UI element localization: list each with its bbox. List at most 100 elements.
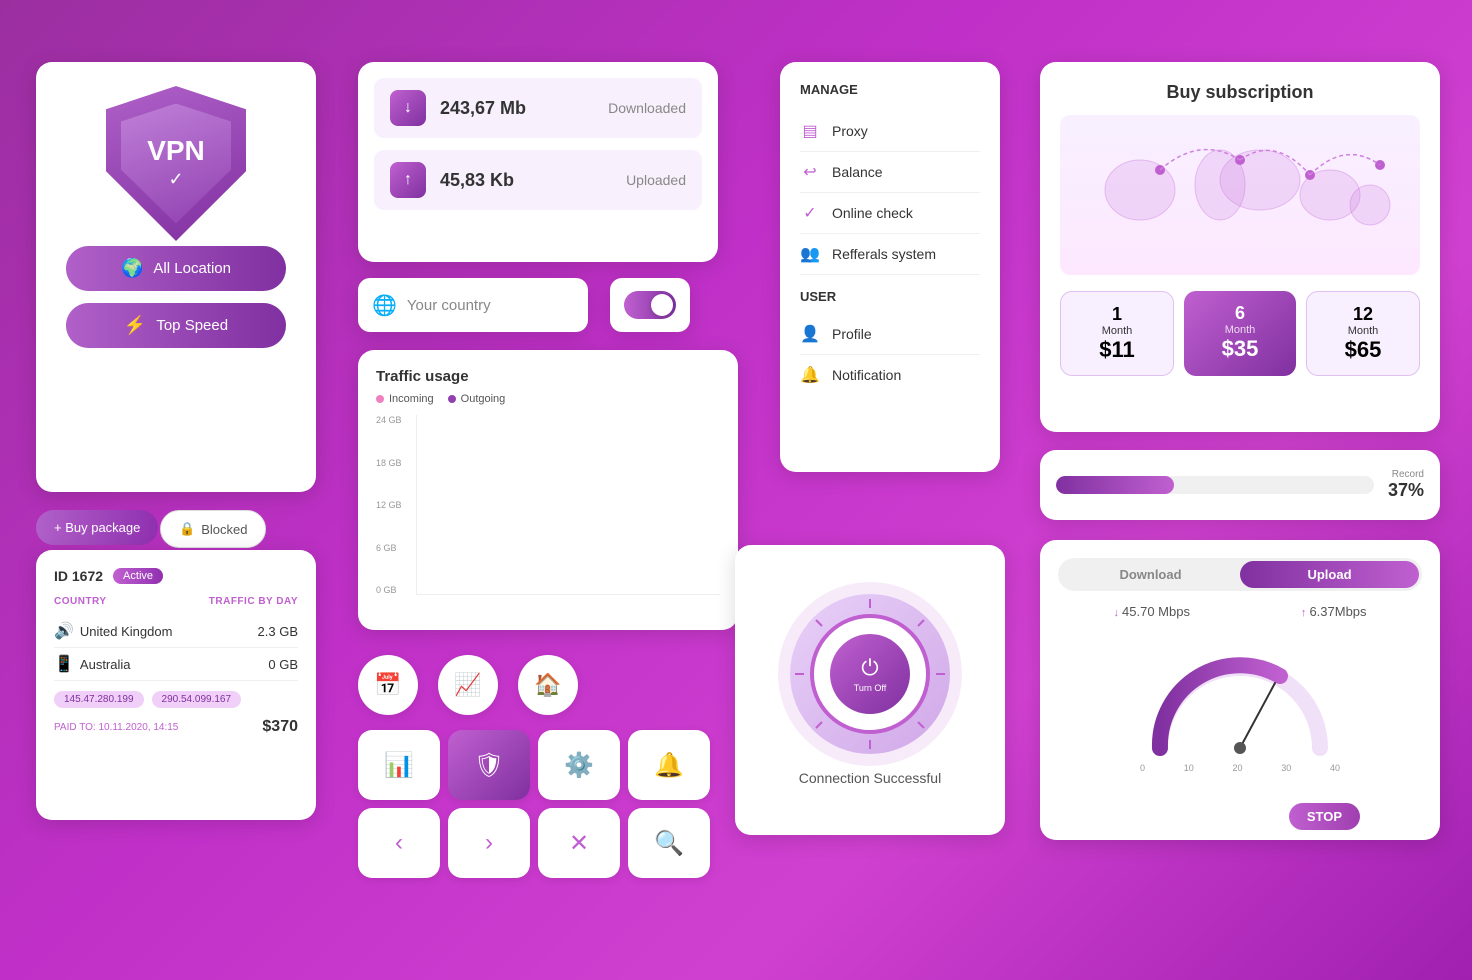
au-row: 📱 Australia 0 GB bbox=[54, 648, 298, 681]
traffic-col-label: TRAFFIC BY DAY bbox=[209, 596, 298, 607]
vpn-card: VPN ✓ 🌍 All Location ⚡ Top Speed bbox=[36, 62, 316, 492]
traffic-chart-card: Traffic usage Incoming Outgoing 24 GB18 … bbox=[358, 350, 738, 630]
subscription-title: Buy subscription bbox=[1060, 82, 1420, 103]
bell-icon: 🔔 bbox=[654, 751, 684, 780]
close-icon: ✕ bbox=[569, 829, 589, 858]
plan-1month[interactable]: 1 Month $11 bbox=[1060, 291, 1174, 376]
nav-icons-row: 📅 📈 🏠 bbox=[358, 655, 578, 715]
globe-icon: 🌐 bbox=[372, 293, 397, 318]
outgoing-dot bbox=[448, 395, 456, 403]
chart-bars bbox=[416, 415, 720, 595]
back-action-button[interactable]: ‹ bbox=[358, 808, 440, 878]
incoming-dot bbox=[376, 395, 384, 403]
notification-icon: 🔔 bbox=[800, 365, 820, 385]
downloaded-label: Downloaded bbox=[608, 100, 686, 116]
bars-icon: 📊 bbox=[384, 751, 414, 780]
vpn-check-icon: ✓ bbox=[168, 169, 183, 190]
ip2-badge: 290.54.099.167 bbox=[152, 691, 242, 708]
settings-action-button[interactable]: ⚙️ bbox=[538, 730, 620, 800]
speed-icon: ⚡ bbox=[124, 315, 146, 336]
progress-fill bbox=[1056, 476, 1174, 494]
referrals-icon: 👥 bbox=[800, 244, 820, 264]
download-icon: ↓ bbox=[390, 90, 426, 126]
all-location-button[interactable]: 🌍 All Location bbox=[66, 246, 286, 291]
profile-icon: 👤 bbox=[800, 324, 820, 344]
downloaded-size: 243,67 Mb bbox=[440, 98, 594, 119]
forward-action-button[interactable]: › bbox=[448, 808, 530, 878]
speed-gauge: 010203040 bbox=[1058, 633, 1422, 773]
upload-tab[interactable]: Upload bbox=[1240, 561, 1419, 588]
bell-action-button[interactable]: 🔔 bbox=[628, 730, 710, 800]
chart-y-labels: 24 GB18 GB12 GB6 GB0 GB bbox=[376, 415, 412, 595]
download-speed: ↓ 45.70 Mbps bbox=[1113, 603, 1190, 621]
plan-6month[interactable]: 6 Month $35 bbox=[1184, 291, 1296, 376]
referrals-item[interactable]: 👥 Refferals system bbox=[800, 234, 980, 275]
user-id: ID 1672 bbox=[54, 568, 103, 584]
user-section-title: USER bbox=[800, 289, 980, 304]
toggle-switch[interactable] bbox=[624, 291, 676, 319]
search-action-button[interactable]: 🔍 bbox=[628, 808, 710, 878]
uploaded-label: Uploaded bbox=[626, 172, 686, 188]
notification-item[interactable]: 🔔 Notification bbox=[800, 355, 980, 395]
uploaded-row: ↑ 45,83 Kb Uploaded bbox=[374, 150, 702, 210]
stop-button[interactable]: STOP bbox=[1289, 803, 1360, 830]
check-circle-icon: ✓ bbox=[800, 203, 820, 223]
blocked-button[interactable]: 🔒 Blocked bbox=[160, 510, 266, 548]
uploaded-size: 45,83 Kb bbox=[440, 170, 612, 191]
chevron-right-icon: › bbox=[485, 829, 493, 857]
au-flag-icon: 📱 bbox=[54, 654, 74, 674]
speed-card: Download Upload ↓ 45.70 Mbps ↑ 6.37Mbps bbox=[1040, 540, 1440, 840]
lock-icon: 🔒 bbox=[179, 521, 195, 537]
chevron-left-icon: ‹ bbox=[395, 829, 403, 857]
outgoing-legend: Outgoing bbox=[448, 393, 506, 405]
country-search-card[interactable]: 🌐 Your country bbox=[358, 278, 588, 332]
action-buttons-row: 📊 🛡 ⚙️ 🔔 ‹ › ✕ 🔍 bbox=[358, 730, 738, 878]
world-map bbox=[1060, 115, 1420, 275]
upload-speed: ↑ 6.37Mbps bbox=[1301, 603, 1367, 621]
country-placeholder: Your country bbox=[407, 297, 574, 314]
chart-title: Traffic usage bbox=[376, 368, 720, 385]
bars-action-button[interactable]: 📊 bbox=[358, 730, 440, 800]
ip1-badge: 145.47.280.199 bbox=[54, 691, 144, 708]
top-speed-button[interactable]: ⚡ Top Speed bbox=[66, 303, 286, 348]
vpn-logo-text: VPN bbox=[147, 137, 205, 165]
profile-item[interactable]: 👤 Profile bbox=[800, 314, 980, 355]
downloaded-row: ↓ 243,67 Mb Downloaded bbox=[374, 78, 702, 138]
toggle-knob bbox=[651, 294, 673, 316]
balance-item[interactable]: ↩ Balance bbox=[800, 152, 980, 193]
search-icon: 🔍 bbox=[654, 829, 684, 858]
toggle-card[interactable] bbox=[610, 278, 690, 332]
proxy-icon: ▤ bbox=[800, 121, 820, 141]
power-ring: ⏻ Turn Off bbox=[790, 594, 950, 754]
gear-icon: ⚙️ bbox=[564, 751, 594, 780]
home-nav-button[interactable]: 🏠 bbox=[518, 655, 578, 715]
progress-label: Record bbox=[1388, 469, 1424, 480]
speed-tabs: Download Upload bbox=[1058, 558, 1422, 591]
shield-action-button[interactable]: 🛡 bbox=[448, 730, 530, 800]
chart-nav-button[interactable]: 📈 bbox=[438, 655, 498, 715]
gauge-labels: 010203040 bbox=[1140, 763, 1340, 773]
balance-icon: ↩ bbox=[800, 162, 820, 182]
progress-card: Record 37% bbox=[1040, 450, 1440, 520]
progress-value: 37% bbox=[1388, 480, 1424, 501]
buy-package-button[interactable]: + Buy package bbox=[36, 510, 158, 545]
chart-icon: 📈 bbox=[454, 672, 481, 698]
chart-area: 24 GB18 GB12 GB6 GB0 GB bbox=[376, 415, 720, 595]
speed-values: ↓ 45.70 Mbps ↑ 6.37Mbps bbox=[1058, 603, 1422, 621]
paid-label: PAID TO: 10.11.2020, 14:15 bbox=[54, 722, 178, 733]
uk-flag-icon: 🔊 bbox=[54, 621, 74, 641]
shield-icon: 🛡 bbox=[474, 751, 504, 780]
plan-12month[interactable]: 12 Month $65 bbox=[1306, 291, 1420, 376]
download-upload-card: ↓ 243,67 Mb Downloaded ↑ 45,83 Kb Upload… bbox=[358, 62, 718, 262]
status-badge: Active bbox=[113, 568, 163, 584]
close-action-button[interactable]: ✕ bbox=[538, 808, 620, 878]
location-icon: 🌍 bbox=[121, 258, 143, 279]
vpn-shield: VPN ✓ bbox=[106, 86, 246, 226]
calendar-icon: 📅 bbox=[374, 672, 401, 698]
paid-amount: $370 bbox=[262, 718, 298, 736]
online-check-item[interactable]: ✓ Online check bbox=[800, 193, 980, 234]
download-tab[interactable]: Download bbox=[1061, 561, 1240, 588]
manage-section-title: MANAGE bbox=[800, 82, 980, 97]
proxy-item[interactable]: ▤ Proxy bbox=[800, 111, 980, 152]
calendar-nav-button[interactable]: 📅 bbox=[358, 655, 418, 715]
